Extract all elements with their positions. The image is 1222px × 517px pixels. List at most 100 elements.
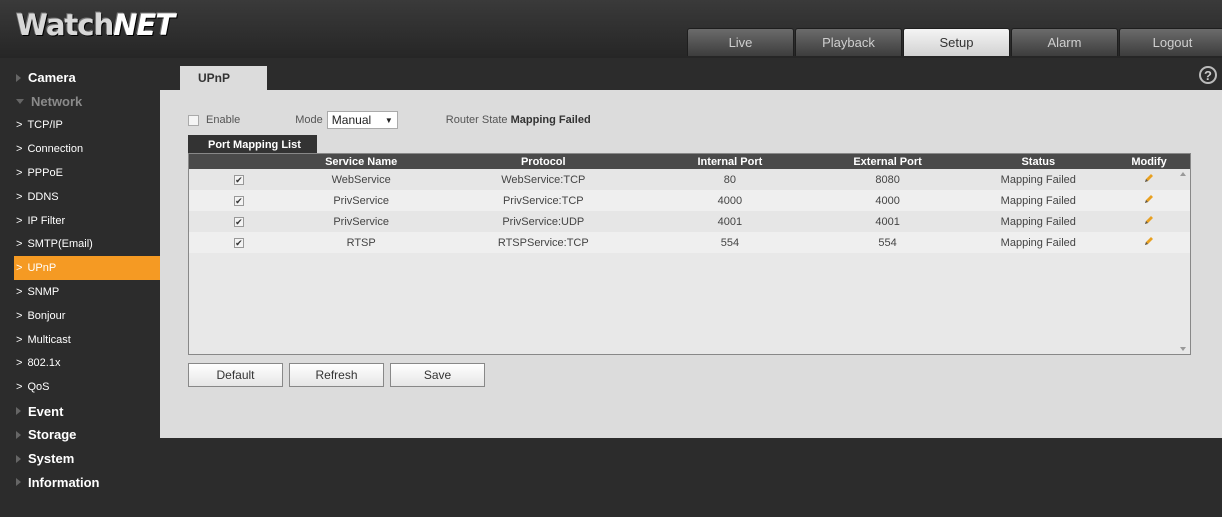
help-icon[interactable]: ?	[1199, 66, 1217, 84]
column-header-select	[189, 154, 289, 169]
row-checkbox[interactable]: ✔	[233, 237, 244, 248]
pencil-icon[interactable]	[1144, 215, 1154, 225]
column-header-protocol: Protocol	[520, 155, 566, 168]
port-mapping-table: Service Name Protocol Internal Port Exte…	[188, 153, 1191, 355]
tab-live[interactable]: Live	[687, 28, 794, 56]
table-row: ✔ PrivService PrivService:UDP 4001 4001 …	[189, 211, 1190, 232]
enable-checkbox[interactable]	[188, 114, 199, 126]
tab-port-mapping-list[interactable]: Port Mapping List	[188, 135, 317, 154]
settings-row: Enable Mode Manual ▼ Router State Mapping…	[188, 111, 591, 129]
sidebar-item-bonjour[interactable]: > Bonjour	[0, 304, 160, 328]
sidebar-item-system[interactable]: System	[0, 447, 160, 471]
expand-arrow-icon	[16, 430, 21, 439]
dropdown-arrow-icon: ▼	[384, 115, 393, 125]
sidebar-item-label: Bonjour	[27, 309, 66, 322]
sidebar-item-information[interactable]: Information	[0, 471, 160, 495]
service-name-cell: PrivService	[333, 194, 389, 207]
chevron-right-icon: >	[16, 119, 23, 132]
mode-select[interactable]: Manual ▼	[326, 111, 398, 129]
sidebar-item-camera[interactable]: Camera	[0, 66, 160, 90]
tab-playback[interactable]: Playback	[795, 28, 902, 56]
expand-arrow-icon	[16, 407, 21, 416]
sidebar-item-ddns[interactable]: > DDNS	[0, 185, 160, 209]
sidebar-item-label: TCP/IP	[27, 119, 63, 132]
pencil-icon[interactable]	[1144, 194, 1154, 204]
row-checkbox[interactable]: ✔	[233, 174, 244, 185]
status-cell: Mapping Failed	[1000, 236, 1076, 249]
scroll-down-arrow-icon[interactable]	[1180, 347, 1186, 351]
sidebar-item-multicast[interactable]: > Multicast	[0, 328, 160, 352]
scroll-up-arrow-icon[interactable]	[1180, 172, 1186, 176]
router-state-label: Router State	[445, 114, 508, 126]
sidebar-item-label: Connection	[27, 143, 84, 156]
sidebar-item-label: Multicast	[27, 333, 71, 346]
sidebar-item-label: QoS	[27, 381, 50, 394]
internal-port-cell: 554	[720, 236, 740, 249]
page-tab-upnp[interactable]: UPnP	[180, 66, 267, 90]
sidebar-item-network[interactable]: Network	[0, 90, 160, 114]
sidebar-item-event[interactable]: Event	[0, 399, 160, 423]
router-state: Router State Mapping Failed	[446, 114, 591, 126]
service-name-cell: PrivService	[333, 215, 389, 228]
mode-value: Manual	[331, 113, 372, 127]
row-checkbox[interactable]: ✔	[233, 216, 244, 227]
protocol-cell: PrivService:TCP	[502, 194, 584, 207]
router-state-value: Mapping Failed	[510, 114, 591, 126]
chevron-right-icon: >	[16, 357, 23, 370]
pencil-icon[interactable]	[1144, 236, 1154, 246]
external-port-cell: 8080	[875, 173, 900, 186]
table-row: ✔ PrivService PrivService:TCP 4000 4000 …	[189, 190, 1190, 211]
sidebar-item-snmp[interactable]: > SNMP	[0, 280, 160, 304]
protocol-cell: WebService:TCP	[501, 173, 586, 186]
sidebar-item-label: UPnP	[27, 262, 57, 275]
sidebar-item-ip-filter[interactable]: > IP Filter	[0, 209, 160, 233]
sidebar-item-qos[interactable]: > QoS	[0, 375, 160, 399]
chevron-right-icon: >	[16, 309, 23, 322]
enable-label: Enable	[206, 114, 241, 126]
tab-setup[interactable]: Setup	[903, 28, 1010, 56]
expand-arrow-icon	[16, 454, 21, 463]
mode-label: Mode	[295, 114, 323, 126]
sidebar-item-pppoe[interactable]: > PPPoE	[0, 161, 160, 185]
column-header-modify: Modify	[1131, 155, 1167, 168]
chevron-right-icon: >	[16, 190, 23, 203]
sidebar: Camera Network > TCP/IP > Connection > PPPo…	[0, 66, 160, 494]
tab-logout[interactable]: Logout	[1119, 28, 1222, 56]
status-cell: Mapping Failed	[1000, 215, 1076, 228]
column-header-internal-port: Internal Port	[697, 155, 763, 168]
chevron-right-icon: >	[16, 143, 23, 156]
protocol-cell: PrivService:UDP	[502, 215, 585, 228]
sidebar-item-connection[interactable]: > Connection	[0, 137, 160, 161]
save-button[interactable]: Save	[390, 363, 485, 387]
row-checkbox[interactable]: ✔	[233, 195, 244, 206]
column-header-external-port: External Port	[853, 155, 922, 168]
sidebar-item-label: PPPoE	[27, 167, 63, 180]
column-header-status: Status	[1021, 155, 1056, 168]
chevron-right-icon: >	[16, 214, 23, 227]
internal-port-cell: 4001	[717, 215, 743, 228]
external-port-cell: 4000	[875, 194, 900, 207]
sidebar-item-smtp[interactable]: > SMTP(Email)	[0, 233, 160, 257]
sidebar-item-label: SNMP	[27, 286, 60, 299]
refresh-button[interactable]: Refresh	[289, 363, 384, 387]
chevron-right-icon: >	[16, 286, 23, 299]
chevron-right-icon: >	[16, 262, 23, 275]
row-checkbox-cell: ✔	[189, 216, 289, 228]
header-bar: WatchNET Live Playback Setup Alarm Logou…	[0, 0, 1222, 58]
default-button[interactable]: Default	[188, 363, 283, 387]
status-cell: Mapping Failed	[1000, 173, 1076, 186]
sidebar-item-8021x[interactable]: >802.1x	[0, 352, 160, 376]
table-scrollbar[interactable]	[1177, 169, 1190, 354]
tab-alarm[interactable]: Alarm	[1011, 28, 1118, 56]
sidebar-item-upnp[interactable]: > UPnP	[14, 256, 160, 281]
table-header: Service Name Protocol Internal Port Exte…	[189, 154, 1190, 169]
sidebar-item-storage[interactable]: Storage	[0, 423, 160, 447]
pencil-icon[interactable]	[1144, 173, 1154, 183]
chevron-right-icon: >	[16, 381, 23, 394]
sidebar-item-label: System	[28, 451, 75, 467]
chevron-right-icon: >	[16, 238, 23, 251]
sidebar-item-tcpip[interactable]: > TCP/IP	[0, 114, 160, 138]
logo-accent: NET	[113, 8, 175, 42]
service-name-cell: WebService	[331, 173, 391, 186]
internal-port-cell: 4000	[717, 194, 743, 207]
